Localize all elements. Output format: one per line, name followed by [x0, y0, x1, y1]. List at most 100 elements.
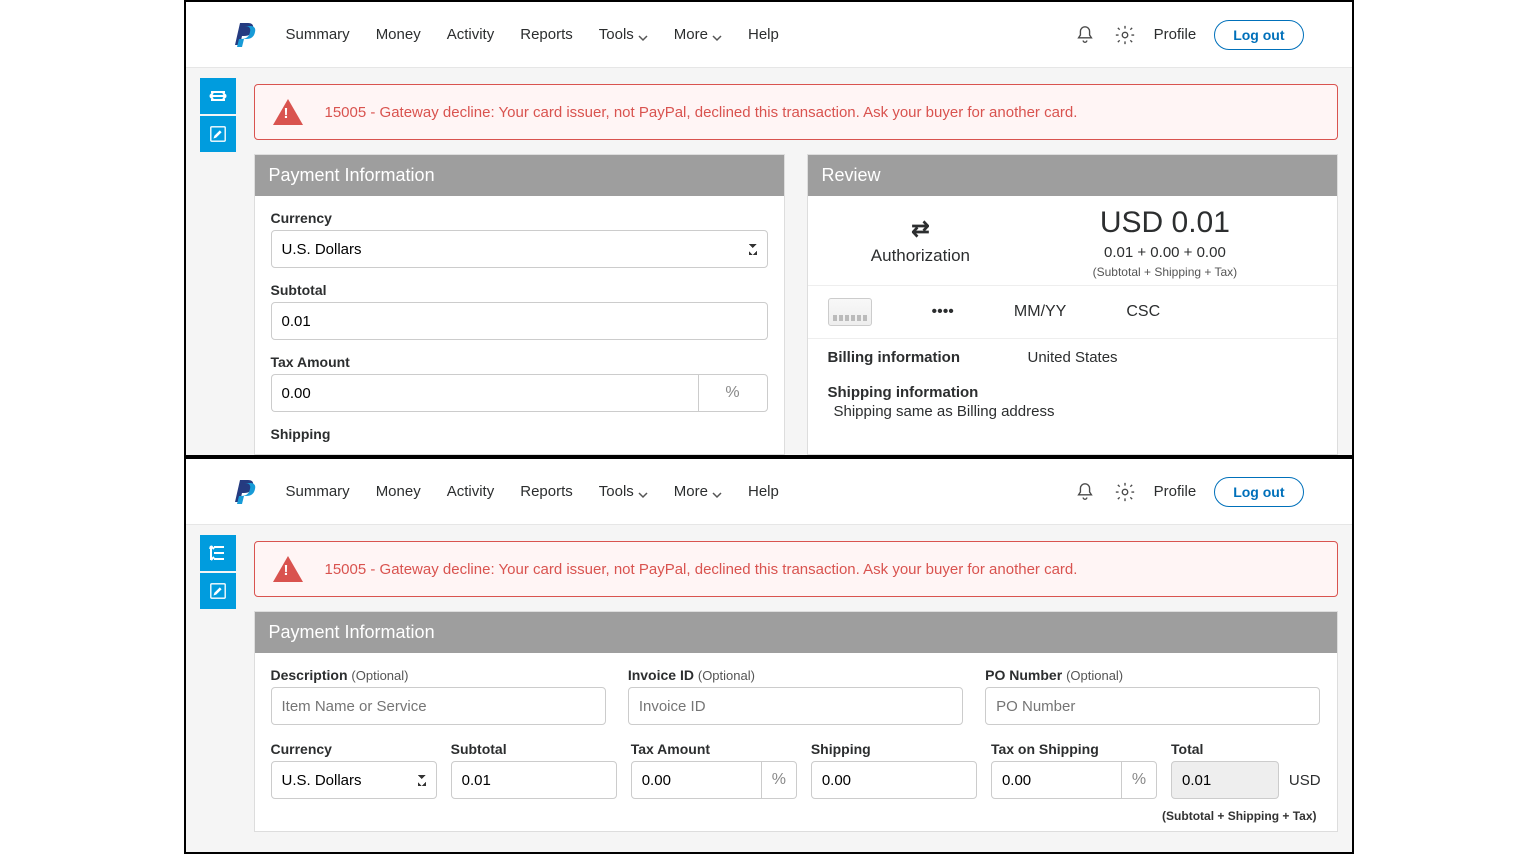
chevron-down-icon [638, 30, 648, 40]
nav-summary[interactable]: Summary [286, 26, 350, 43]
nav-reports[interactable]: Reports [520, 26, 573, 43]
payment-info-header: Payment Information [255, 155, 784, 196]
tos-label: Tax on Shipping [991, 741, 1157, 757]
bell-icon[interactable] [1074, 481, 1096, 503]
frame-bottom: Summary Money Activity Reports Tools Mor… [184, 457, 1354, 854]
shipping-info-value: Shipping same as Billing address [828, 403, 1317, 420]
tax-amount-label: Tax Amount [271, 354, 768, 370]
main-nav: Summary Money Activity Reports Tools Mor… [286, 26, 1074, 43]
description-input[interactable] [271, 687, 606, 725]
billing-row: Billing information United States [808, 339, 1337, 376]
paypal-logo-icon [234, 478, 258, 506]
chevron-down-icon [712, 30, 722, 40]
side-tab-collapse[interactable] [200, 535, 236, 571]
header: Summary Money Activity Reports Tools Mor… [186, 2, 1352, 68]
subtotal-label: Subtotal [271, 282, 768, 298]
paypal-logo-icon [234, 21, 258, 49]
nav-summary[interactable]: Summary [286, 483, 350, 500]
side-tab-expand[interactable] [200, 78, 236, 114]
nav-activity[interactable]: Activity [447, 483, 495, 500]
invoice-label: Invoice ID (Optional) [628, 667, 963, 683]
review-panel: Review ⇄ Authorization USD 0.01 0.01 + 0… [807, 154, 1338, 455]
currency-label: Currency [271, 210, 768, 226]
main-nav-2: Summary Money Activity Reports Tools Mor… [286, 483, 1074, 500]
currency-select[interactable]: U.S. Dollars [271, 230, 768, 268]
body-area-bottom: 15005 - Gateway decline: Your card issue… [186, 525, 1352, 852]
shipping-label: Shipping [271, 426, 768, 442]
invoice-input[interactable] [628, 687, 963, 725]
credit-card-icon [828, 298, 872, 326]
tax-input-2[interactable] [631, 761, 762, 799]
error-text: 15005 - Gateway decline: Your card issue… [325, 561, 1078, 578]
amount-note: (Subtotal + Shipping + Tax) [1013, 265, 1316, 279]
side-tabs-2 [200, 535, 236, 609]
tos-unit[interactable]: % [1122, 761, 1157, 799]
chevron-down-icon [712, 487, 722, 497]
frame-top: Summary Money Activity Reports Tools Mor… [184, 0, 1354, 457]
expand-horizontal-icon [208, 86, 228, 106]
nav-more[interactable]: More [674, 26, 722, 43]
subtotal-input[interactable] [271, 302, 768, 340]
compose-icon [209, 582, 227, 600]
shipping-info-label: Shipping information [828, 384, 1317, 401]
gear-icon[interactable] [1114, 481, 1136, 503]
authorization-label: Authorization [828, 246, 1014, 266]
subtotal-input-2[interactable] [451, 761, 617, 799]
logout-button[interactable]: Log out [1214, 477, 1303, 507]
profile-link[interactable]: Profile [1154, 26, 1197, 43]
error-alert: 15005 - Gateway decline: Your card issue… [254, 84, 1338, 140]
review-header: Review [808, 155, 1337, 196]
error-text: 15005 - Gateway decline: Your card issue… [325, 104, 1078, 121]
payment-info-panel: Payment Information Currency U.S. Dollar… [254, 154, 785, 455]
nav-help[interactable]: Help [748, 483, 779, 500]
billing-value: United States [1028, 349, 1118, 366]
currency-select-2[interactable]: U.S. Dollars [271, 761, 437, 799]
payment-info-header-2: Payment Information [255, 612, 1337, 653]
side-tab-compose[interactable] [200, 573, 236, 609]
payment-info-panel-2: Payment Information Description (Optiona… [254, 611, 1338, 832]
total-note: (Subtotal + Shipping + Tax) [271, 809, 1321, 823]
nav-money[interactable]: Money [376, 483, 421, 500]
tax-label-2: Tax Amount [631, 741, 797, 757]
total-output [1171, 761, 1279, 799]
header-2: Summary Money Activity Reports Tools Mor… [186, 459, 1352, 525]
logout-button[interactable]: Log out [1214, 20, 1303, 50]
total-label: Total [1171, 741, 1279, 757]
gear-icon[interactable] [1114, 24, 1136, 46]
tos-input[interactable] [991, 761, 1122, 799]
total-amount: USD 0.01 [1013, 206, 1316, 240]
side-tabs [200, 78, 236, 152]
nav-help[interactable]: Help [748, 26, 779, 43]
cc-last4: •••• [932, 303, 954, 321]
bell-icon[interactable] [1074, 24, 1096, 46]
body-area-top: 15005 - Gateway decline: Your card issue… [186, 68, 1352, 455]
compose-icon [209, 125, 227, 143]
chevron-down-icon [638, 487, 648, 497]
shipping-block: Shipping information Shipping same as Bi… [808, 376, 1337, 434]
shipping-input-2[interactable] [811, 761, 977, 799]
nav-tools[interactable]: Tools [599, 26, 648, 43]
nav-tools[interactable]: Tools [599, 483, 648, 500]
description-label: Description (Optional) [271, 667, 606, 683]
nav-more[interactable]: More [674, 483, 722, 500]
error-alert-2: 15005 - Gateway decline: Your card issue… [254, 541, 1338, 597]
warning-triangle-icon [273, 99, 303, 125]
nav-money[interactable]: Money [376, 26, 421, 43]
credit-card-row: •••• MM/YY CSC [808, 286, 1337, 339]
shipping-label-2: Shipping [811, 741, 977, 757]
nav-reports[interactable]: Reports [520, 483, 573, 500]
tax-amount-input[interactable] [271, 374, 698, 412]
tax-unit-2[interactable]: % [762, 761, 797, 799]
tax-unit[interactable]: % [698, 374, 768, 412]
billing-label: Billing information [828, 349, 988, 366]
cc-csc: CSC [1126, 303, 1160, 321]
side-tab-compose[interactable] [200, 116, 236, 152]
nav-right: Profile Log out [1074, 20, 1304, 50]
profile-link[interactable]: Profile [1154, 483, 1197, 500]
exchange-arrows-icon: ⇄ [828, 216, 1014, 242]
nav-activity[interactable]: Activity [447, 26, 495, 43]
po-input[interactable] [985, 687, 1320, 725]
amount-breakdown: 0.01 + 0.00 + 0.00 [1013, 244, 1316, 261]
currency-label-2: Currency [271, 741, 437, 757]
warning-triangle-icon [273, 556, 303, 582]
